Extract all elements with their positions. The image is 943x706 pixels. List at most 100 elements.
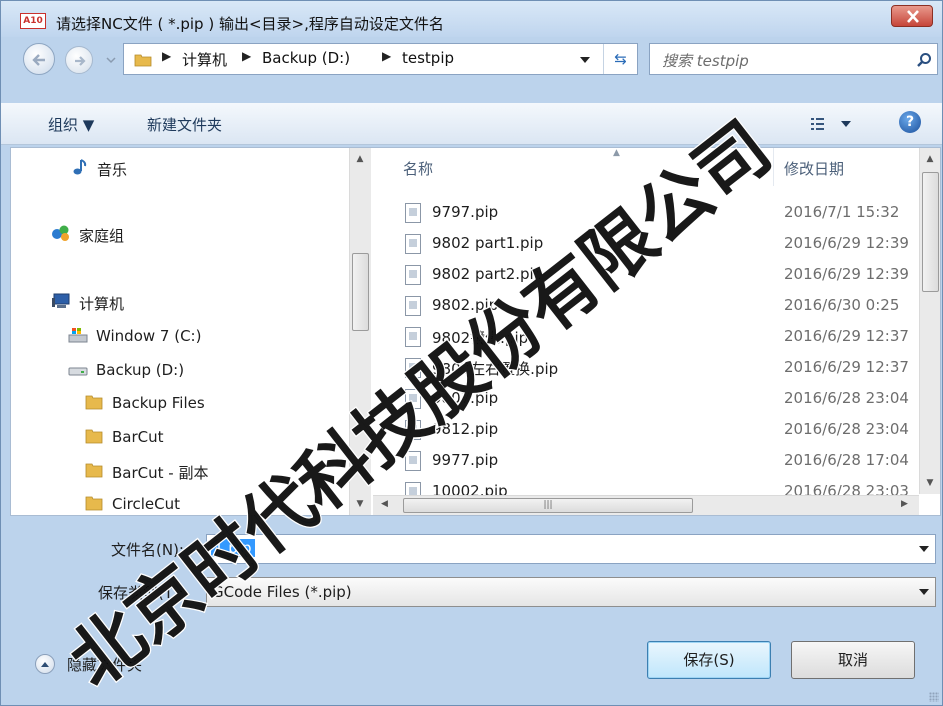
file-row[interactable]: 9802 part1.pip 2016/6/29 12:39 bbox=[373, 229, 919, 260]
homegroup-icon bbox=[52, 225, 69, 241]
scroll-thumb[interactable] bbox=[352, 253, 369, 331]
filename-dropdown-icon[interactable] bbox=[919, 546, 929, 552]
forward-button[interactable] bbox=[65, 46, 93, 74]
file-name: 9802左右置换.pip bbox=[432, 360, 559, 378]
back-arrow-icon bbox=[32, 54, 45, 66]
app-icon: A10 bbox=[20, 13, 46, 29]
hide-folders-toggle[interactable]: 隐藏文件夹 bbox=[35, 652, 195, 676]
folder-icon bbox=[85, 496, 103, 511]
file-row[interactable]: 9802.pip 2016/6/30 0:25 bbox=[373, 291, 919, 322]
resize-grip[interactable] bbox=[929, 692, 939, 702]
folder-icon bbox=[134, 54, 152, 67]
new-folder-button[interactable]: 新建文件夹 bbox=[147, 114, 222, 135]
column-header-name[interactable]: ▲ 名称 bbox=[403, 148, 773, 188]
file-row[interactable]: 9802左右置换.pip 2016/6/29 12:37 bbox=[373, 353, 919, 384]
column-name-label: 名称 bbox=[403, 160, 434, 178]
file-date: 2016/6/29 12:37 bbox=[784, 358, 909, 376]
file-name: 9797.pip bbox=[432, 203, 499, 221]
scroll-down-icon[interactable]: ▼ bbox=[920, 474, 940, 492]
folder-icon bbox=[85, 429, 103, 444]
back-button[interactable] bbox=[23, 43, 55, 75]
system-drive-icon bbox=[68, 328, 88, 343]
organize-menu[interactable]: 组织 ▼ bbox=[48, 114, 94, 135]
file-icon bbox=[405, 420, 421, 440]
search-icon[interactable] bbox=[916, 52, 932, 68]
filename-value: 1.pip bbox=[211, 539, 255, 557]
nav-label-drive-d: Backup (D:) bbox=[96, 361, 185, 379]
cancel-button[interactable]: 取消 bbox=[791, 641, 915, 679]
search-placeholder: 搜索 testpip bbox=[662, 52, 749, 70]
drive-icon bbox=[68, 367, 88, 376]
breadcrumb-separator-icon[interactable]: ▶ bbox=[242, 49, 251, 63]
nav-label-computer: 计算机 bbox=[79, 295, 125, 313]
file-row[interactable]: 9977.pip 2016/6/28 17:04 bbox=[373, 446, 919, 477]
column-header-date[interactable]: 修改日期 bbox=[784, 148, 924, 188]
file-name: 9977.pip bbox=[432, 451, 499, 469]
refresh-icon[interactable]: ⇆ bbox=[603, 44, 637, 74]
scroll-down-icon[interactable]: ▼ bbox=[350, 495, 370, 513]
file-row[interactable]: 9797.pip 2016/7/1 15:32 bbox=[373, 198, 919, 229]
nav-label-homegroup: 家庭组 bbox=[79, 227, 125, 245]
file-name: 9802镜像.pip bbox=[432, 329, 529, 347]
scroll-right-icon[interactable]: ▶ bbox=[901, 499, 908, 509]
horizontal-scrollbar[interactable]: ◀ ||| ▶ bbox=[373, 495, 919, 515]
filename-label: 文件名(N): bbox=[111, 541, 184, 559]
breadcrumb-separator-icon[interactable]: ▶ bbox=[382, 49, 391, 63]
navigation-pane[interactable]: 音乐 家庭组 计算机 Window 7 (C:) Backup (D:) Bac… bbox=[11, 148, 373, 515]
breadcrumb-separator-icon[interactable]: ▶ bbox=[162, 49, 171, 63]
scroll-thumb[interactable] bbox=[922, 172, 939, 292]
file-icon bbox=[405, 327, 421, 347]
file-type-select[interactable]: GCode Files (*.pip) bbox=[206, 577, 936, 607]
scroll-up-icon[interactable]: ▲ bbox=[350, 150, 370, 168]
help-icon[interactable]: ? bbox=[899, 111, 921, 133]
scroll-up-icon[interactable]: ▲ bbox=[920, 150, 940, 168]
file-list[interactable]: ▲ 名称 修改日期 9797.pip 2016/7/1 15:32 9802 p… bbox=[373, 148, 940, 515]
save-button[interactable]: 保存(S) bbox=[647, 641, 771, 679]
breadcrumb-computer[interactable]: 计算机 bbox=[182, 49, 227, 70]
browser-area: 音乐 家庭组 计算机 Window 7 (C:) Backup (D:) Bac… bbox=[10, 147, 941, 516]
file-name: 9812.pip bbox=[432, 420, 499, 438]
hide-folders-label: 隐藏文件夹 bbox=[67, 656, 143, 674]
file-date: 2016/6/28 23:04 bbox=[784, 389, 909, 407]
file-name: 9807.pip bbox=[432, 389, 499, 407]
file-name: 9802.pip bbox=[432, 296, 499, 314]
file-row[interactable]: 9802 part2.pip 2016/6/29 12:39 bbox=[373, 260, 919, 291]
search-box[interactable]: 搜索 testpip bbox=[649, 43, 938, 75]
file-type-label: 保存类型(T): bbox=[98, 584, 184, 602]
file-list-scrollbar[interactable]: ▲ ▼ bbox=[919, 148, 940, 494]
filename-input[interactable]: 1.pip bbox=[206, 534, 936, 564]
folder-icon bbox=[85, 463, 103, 478]
column-date-label: 修改日期 bbox=[784, 160, 845, 178]
navigation-scrollbar[interactable]: ▲ ▼ bbox=[349, 148, 371, 515]
sort-ascending-icon: ▲ bbox=[613, 148, 620, 158]
column-divider[interactable] bbox=[773, 148, 774, 186]
view-options-icon[interactable] bbox=[801, 113, 857, 135]
file-icon bbox=[405, 358, 421, 378]
file-type-dropdown-icon[interactable] bbox=[919, 589, 929, 595]
command-bar: 组织 ▼ 新建文件夹 ? bbox=[1, 103, 942, 145]
file-row[interactable]: 9807.pip 2016/6/28 23:04 bbox=[373, 384, 919, 415]
computer-icon bbox=[52, 293, 70, 308]
file-date: 2016/6/29 12:37 bbox=[784, 327, 909, 345]
recent-locations-chevron-icon[interactable] bbox=[105, 55, 117, 65]
navigation-bar: ▶ 计算机 ▶ Backup (D:) ▶ testpip ⇆ 搜索 testp… bbox=[1, 37, 942, 83]
file-date: 2016/6/28 17:04 bbox=[784, 451, 909, 469]
file-row[interactable]: 9802镜像.pip 2016/6/29 12:37 bbox=[373, 322, 919, 353]
address-dropdown-icon[interactable] bbox=[579, 56, 591, 64]
breadcrumb-backup-d[interactable]: Backup (D:) bbox=[262, 49, 350, 67]
file-date: 2016/7/1 15:32 bbox=[784, 203, 900, 221]
nav-label-drive-c: Window 7 (C:) bbox=[96, 327, 202, 345]
close-button[interactable] bbox=[891, 5, 933, 27]
scroll-left-icon[interactable]: ◀ bbox=[381, 499, 388, 509]
file-name: 9802 part2.pip bbox=[432, 265, 544, 283]
file-name: 9802 part1.pip bbox=[432, 234, 544, 252]
breadcrumb-testpip[interactable]: testpip bbox=[402, 49, 454, 67]
file-icon bbox=[405, 389, 421, 409]
window-title: 请选择NC文件 ( *.pip ) 输出<目录>,程序自动设定文件名 bbox=[56, 15, 444, 33]
title-bar[interactable]: A10 请选择NC文件 ( *.pip ) 输出<目录>,程序自动设定文件名 bbox=[1, 1, 942, 37]
address-bar[interactable]: ▶ 计算机 ▶ Backup (D:) ▶ testpip ⇆ bbox=[123, 43, 638, 75]
scroll-thumb[interactable]: ||| bbox=[403, 498, 693, 513]
file-row[interactable]: 9812.pip 2016/6/28 23:04 bbox=[373, 415, 919, 446]
file-date: 2016/6/30 0:25 bbox=[784, 296, 900, 314]
save-dialog: A10 请选择NC文件 ( *.pip ) 输出<目录>,程序自动设定文件名 ▶… bbox=[0, 0, 943, 706]
